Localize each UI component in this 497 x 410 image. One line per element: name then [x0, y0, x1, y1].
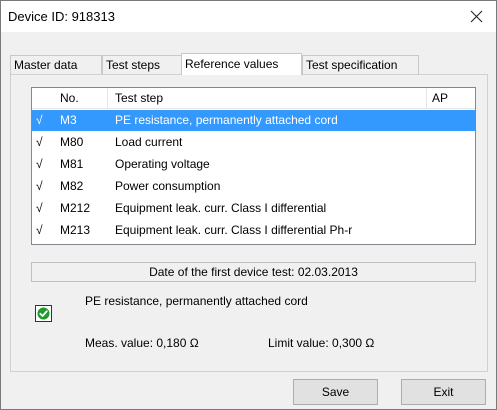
check-circle-icon: [37, 307, 50, 320]
window-title: Device ID: 918313: [8, 9, 115, 24]
tab-strip: Master data Test steps Reference values …: [1, 53, 496, 75]
close-button[interactable]: [456, 1, 496, 32]
row-test-step: Equipment leak. curr. Class I differenti…: [115, 201, 327, 215]
device-dialog: Device ID: 918313 Master data Test steps…: [0, 0, 497, 410]
check-mark: √: [36, 113, 43, 127]
check-mark: √: [36, 201, 43, 215]
list-row[interactable]: √ M212 Equipment leak. curr. Class I dif…: [32, 198, 475, 219]
row-test-step: Operating voltage: [115, 157, 210, 171]
selected-step-name: PE resistance, permanently attached cord: [85, 294, 308, 308]
row-number: M212: [60, 201, 91, 215]
list-row[interactable]: √ M80 Load current: [32, 132, 475, 153]
tab-test-steps[interactable]: Test steps: [102, 55, 182, 74]
column-divider[interactable]: [426, 88, 427, 108]
row-test-step: PE resistance, permanently attached cord: [115, 113, 338, 127]
list-row[interactable]: √ M213 Equipment leak. curr. Class I dif…: [32, 220, 475, 241]
row-test-step: Power consumption: [115, 179, 221, 193]
column-header-no[interactable]: No.: [60, 91, 79, 105]
check-mark: √: [36, 179, 43, 193]
status-indicator: [35, 305, 52, 322]
row-number: M81: [60, 157, 84, 171]
save-button[interactable]: Save: [293, 379, 378, 405]
check-mark: √: [36, 135, 43, 149]
exit-button[interactable]: Exit: [401, 379, 486, 405]
first-test-date-text: Date of the first device test: 02.03.201…: [149, 265, 358, 279]
column-header-ap[interactable]: AP: [432, 91, 448, 105]
column-header-test-step[interactable]: Test step: [115, 91, 163, 105]
measured-value: Meas. value: 0,180 Ω: [85, 336, 199, 350]
check-mark: √: [36, 157, 43, 171]
tab-test-specification[interactable]: Test specification: [302, 55, 419, 74]
tab-master-data[interactable]: Master data: [10, 55, 102, 74]
limit-value: Limit value: 0,300 Ω: [268, 336, 375, 350]
exit-button-label: Exit: [433, 385, 454, 399]
save-button-label: Save: [321, 385, 350, 399]
list-row[interactable]: √ M3 PE resistance, permanently attached…: [32, 110, 475, 131]
tab-reference-values[interactable]: Reference values: [181, 53, 302, 75]
tab-label: Test specification: [306, 58, 398, 72]
first-test-date: Date of the first device test: 02.03.201…: [31, 262, 476, 282]
row-number: M80: [60, 135, 84, 149]
list-row[interactable]: √ M82 Power consumption: [32, 176, 475, 197]
close-icon: [470, 10, 482, 23]
check-mark: √: [36, 223, 43, 237]
title-bar: Device ID: 918313: [1, 1, 496, 32]
list-header: No. Test step AP: [32, 88, 475, 109]
row-number: M82: [60, 179, 84, 193]
row-number: M3: [60, 113, 77, 127]
tab-label: Master data: [14, 58, 78, 72]
column-divider[interactable]: [107, 88, 108, 108]
tab-label: Test steps: [106, 58, 161, 72]
test-step-list[interactable]: No. Test step AP √ M3 PE resistance, per…: [31, 87, 476, 245]
row-test-step: Load current: [115, 135, 183, 149]
tab-label: Reference values: [185, 57, 279, 71]
row-number: M213: [60, 223, 91, 237]
row-test-step: Equipment leak. curr. Class I differenti…: [115, 223, 353, 237]
list-row[interactable]: √ M81 Operating voltage: [32, 154, 475, 175]
